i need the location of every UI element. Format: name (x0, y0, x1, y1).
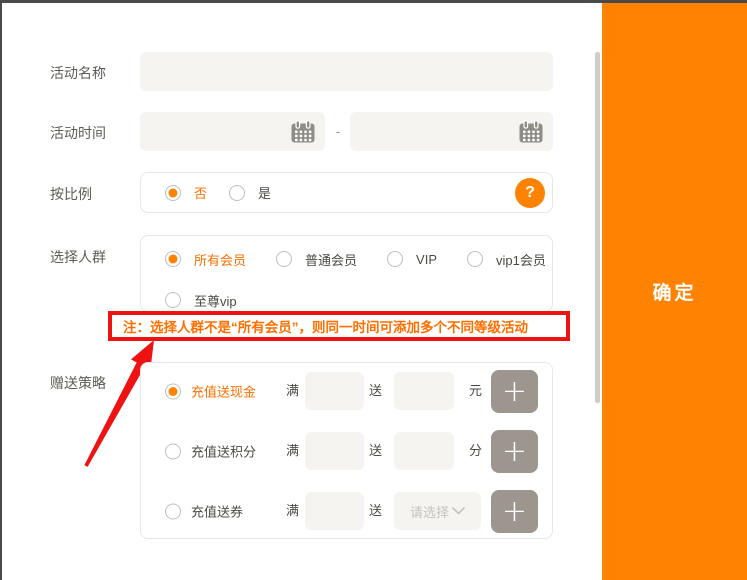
note-highlight-box: 注：选择人群不是“所有会员”，则同一时间可添加多个不同等级活动 (108, 311, 570, 341)
radio-icon[interactable] (165, 503, 181, 519)
add-points-rule-button[interactable]: + (491, 430, 538, 473)
start-date-input[interactable] (140, 112, 325, 151)
radio-option-label: 否 (194, 183, 207, 202)
threshold-prefix-label: 满 (286, 489, 299, 533)
radio-option-label: VIP (416, 252, 437, 267)
threshold-prefix-label: 满 (286, 429, 299, 473)
radio-icon[interactable] (229, 185, 245, 201)
strategy-option-coupon[interactable]: 充值送券 (165, 502, 243, 521)
give-label: 送 (369, 369, 382, 413)
cash-give-input[interactable] (394, 372, 454, 410)
calendar-icon (518, 120, 544, 144)
by-ratio-label: 按比例 (50, 184, 92, 204)
cash-threshold-input[interactable] (305, 372, 364, 410)
radio-option-label: 充值送现金 (191, 382, 256, 401)
crowd-option-vip1[interactable]: vip1会员 (467, 250, 546, 269)
unit-label: 分 (469, 429, 482, 473)
coupon-select-placeholder: 请选择 (410, 502, 449, 521)
help-icon[interactable]: ? (515, 178, 545, 208)
add-cash-rule-button[interactable]: + (491, 370, 538, 413)
unit-label: 元 (469, 369, 482, 413)
by-ratio-group: 否 是 ? (140, 172, 553, 213)
radio-option-label: 普通会员 (305, 250, 357, 269)
crowd-option-vip[interactable]: VIP (387, 251, 437, 267)
coupon-select[interactable]: 请选择 (394, 492, 481, 530)
radio-option-label: vip1会员 (496, 250, 546, 269)
date-range-separator: - (325, 112, 351, 151)
radio-option-label: 至尊vip (194, 291, 237, 310)
recharge-activity-dialog: 活动名称 活动时间 - 按比例 (0, 0, 747, 580)
radio-option-label: 充值送积分 (191, 442, 256, 461)
radio-icon[interactable] (165, 292, 181, 308)
radio-selected-icon[interactable] (165, 185, 181, 201)
crowd-label: 选择人群 (50, 247, 106, 267)
radio-option-label: 所有会员 (194, 250, 246, 269)
confirm-button[interactable]: 确定 (602, 3, 747, 580)
radio-option-label: 是 (258, 183, 271, 202)
crowd-options-row-1: 所有会员 普通会员 VIP vip1会员 (165, 247, 552, 271)
crowd-option-all-members[interactable]: 所有会员 (165, 250, 246, 269)
activity-name-label: 活动名称 (50, 63, 106, 83)
window-left-edge (0, 0, 2, 580)
give-label: 送 (369, 429, 382, 473)
by-ratio-option-no[interactable]: 否 (165, 183, 207, 202)
crowd-option-normal-members[interactable]: 普通会员 (276, 250, 357, 269)
radio-option-label: 充值送券 (191, 502, 243, 521)
points-give-input[interactable] (394, 432, 454, 470)
radio-selected-icon[interactable] (165, 383, 181, 399)
scrollbar-thumb[interactable] (595, 52, 600, 403)
radio-icon[interactable] (467, 251, 483, 267)
chevron-down-icon (452, 507, 465, 515)
calendar-icon (290, 120, 316, 144)
activity-name-input[interactable] (140, 52, 553, 91)
radio-icon[interactable] (387, 251, 403, 267)
confirm-button-label: 确定 (652, 278, 696, 305)
strategy-row-points: 充值送积分 满 送 分 + (141, 429, 552, 473)
strategy-row-coupon: 充值送券 满 送 请选择 + (141, 489, 552, 533)
strategy-group: 充值送现金 满 送 元 + 充值送积分 满 送 分 + 充值送券 (140, 362, 553, 539)
strategy-row-cash: 充值送现金 满 送 元 + (141, 369, 552, 413)
strategy-label: 赠送策略 (50, 373, 106, 393)
points-threshold-input[interactable] (305, 432, 364, 470)
end-date-input[interactable] (350, 112, 553, 151)
activity-time-label: 活动时间 (50, 123, 106, 143)
note-text: 注：选择人群不是“所有会员”，则同一时间可添加多个不同等级活动 (112, 316, 528, 336)
radio-selected-icon[interactable] (165, 251, 181, 267)
add-coupon-rule-button[interactable]: + (491, 490, 538, 533)
radio-icon[interactable] (276, 251, 292, 267)
give-label: 送 (369, 489, 382, 533)
crowd-options-row-2: 至尊vip (165, 288, 552, 312)
strategy-option-points[interactable]: 充值送积分 (165, 442, 256, 461)
coupon-threshold-input[interactable] (305, 492, 364, 530)
crowd-option-supreme-vip[interactable]: 至尊vip (165, 291, 237, 310)
threshold-prefix-label: 满 (286, 369, 299, 413)
crowd-group: 所有会员 普通会员 VIP vip1会员 至尊vip (140, 235, 553, 312)
by-ratio-option-yes[interactable]: 是 (229, 183, 271, 202)
strategy-option-cash[interactable]: 充值送现金 (165, 382, 256, 401)
radio-icon[interactable] (165, 443, 181, 459)
